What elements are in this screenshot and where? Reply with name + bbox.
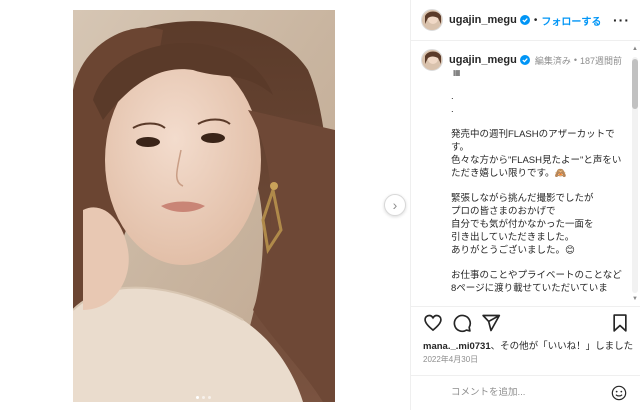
separator-dot: • (533, 14, 538, 26)
comments-area: ugajin_megu 編集済み • 187週間前 ▦ . . 発売中の週刊FL… (411, 41, 640, 305)
carousel-dots (196, 396, 211, 399)
comment-input[interactable] (451, 387, 601, 398)
caption-text: . . 発売中の週刊FLASHのアザーカットです。 色々な方から"FLASH見た… (451, 91, 622, 294)
avatar[interactable] (421, 9, 443, 31)
likes-summary: mana._.mi0731、その他が「いいね！」しました (423, 338, 633, 352)
scrollbar-thumb[interactable] (632, 59, 638, 109)
carousel-dot (202, 396, 205, 399)
carousel-dot (208, 396, 211, 399)
post-date[interactable]: 2022年4月30日 (423, 354, 478, 365)
edited-label: 編集済み (534, 55, 571, 66)
tag-glyph: ▦ (453, 68, 461, 77)
post-photo[interactable] (73, 10, 335, 402)
separator-dot: • (573, 55, 578, 65)
action-icons (423, 313, 501, 333)
post-age[interactable]: 187週間前 (580, 54, 622, 67)
caption-username[interactable]: ugajin_megu (449, 54, 517, 66)
comment-icon[interactable] (452, 313, 472, 333)
scroll-down-icon[interactable]: ▼ (632, 295, 638, 303)
caption-header: ugajin_megu 編集済み • 187週間前 (421, 49, 622, 71)
scroll-up-icon[interactable]: ▲ (632, 45, 638, 53)
action-section: mana._.mi0731、その他が「いいね！」しました 2022年4月30日 (411, 306, 640, 411)
likes-text[interactable]: 、その他が「いいね！」しました (491, 341, 634, 352)
verified-badge-icon (519, 55, 530, 65)
emoji-smile-icon[interactable] (611, 385, 627, 401)
verified-badge-icon (519, 15, 530, 25)
paper-plane-icon[interactable] (481, 313, 501, 333)
details-pane: ugajin_megu • フォローする ··· ugajin_megu 編集済… (410, 0, 640, 410)
portrait-image (73, 10, 335, 402)
instagram-post-window: › ugajin_megu • フォローする ··· ugajin_megu 編… (0, 0, 640, 410)
follow-button[interactable]: フォローする (541, 13, 601, 28)
post-username[interactable]: ugajin_megu (449, 14, 517, 26)
heart-icon[interactable] (423, 313, 443, 333)
bookmark-icon[interactable] (610, 313, 630, 333)
carousel-dot (196, 396, 199, 399)
media-pane: › (0, 0, 410, 410)
chevron-right-icon[interactable]: › (384, 194, 406, 216)
more-options-icon[interactable]: ··· (613, 12, 630, 28)
comment-bar (411, 375, 640, 412)
scrollbar[interactable]: ▲ ▼ (632, 45, 638, 303)
avatar[interactable] (421, 49, 443, 71)
post-header: ugajin_megu • フォローする ··· (411, 0, 640, 41)
liker-name[interactable]: mana._.mi0731 (423, 341, 491, 352)
